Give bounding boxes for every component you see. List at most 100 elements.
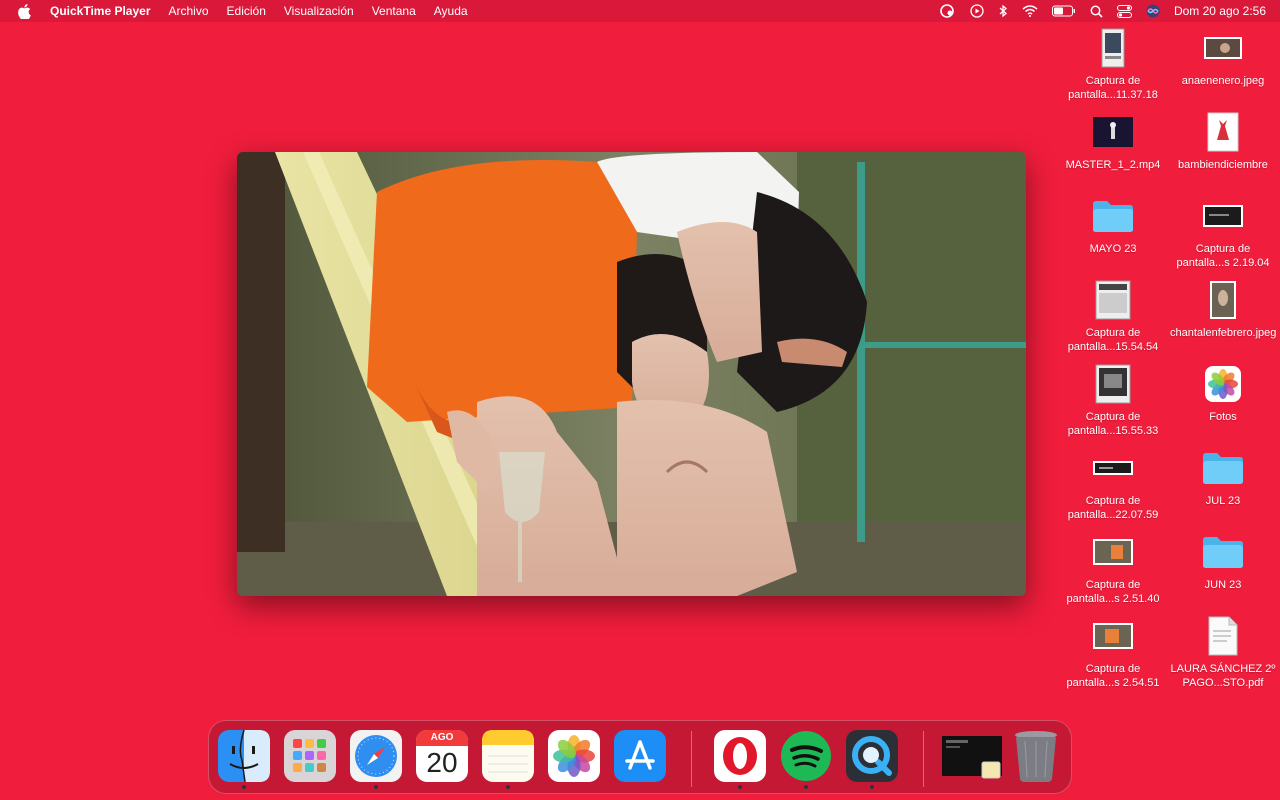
screenshot-thumb-icon: [1058, 26, 1168, 70]
desktop-file-captura-15-54-54[interactable]: Captura de pantalla...15.54.54: [1058, 278, 1168, 354]
wifi-icon[interactable]: [1022, 5, 1038, 17]
bluetooth-icon[interactable]: [998, 4, 1008, 18]
desktop-file-master[interactable]: MASTER_1_2.mp4: [1058, 110, 1168, 172]
image-thumb-icon: [1168, 26, 1278, 70]
dock-notes[interactable]: [481, 729, 535, 789]
desktop-icon-label: Fotos: [1209, 411, 1237, 423]
video-frame[interactable]: [237, 152, 1026, 596]
apple-icon[interactable]: [18, 3, 34, 19]
desktop-icon-label: Captura de pantalla...11.37.18: [1068, 75, 1158, 101]
dock-separator: [691, 731, 692, 787]
menu-bar: QuickTime Player Archivo Edición Visuali…: [0, 0, 1280, 22]
dock-quicktime[interactable]: [845, 729, 899, 789]
desktop-icon-label: JUL 23: [1205, 495, 1241, 507]
desktop-folder-jun-23[interactable]: JUN 23: [1168, 530, 1278, 592]
running-indicator: [242, 785, 246, 789]
dock-calendar[interactable]: AGO 20: [415, 729, 469, 783]
screenshot-thumb-icon: [1058, 362, 1168, 406]
quicktime-window[interactable]: [237, 152, 1026, 596]
desktop-icon-label: LAURA SÁNCHEZ 2º PAGO...STO.pdf: [1170, 663, 1276, 689]
desktop-folder-jul-23[interactable]: JUL 23: [1168, 446, 1278, 508]
video-frame-image: [237, 152, 1026, 596]
screenshot-thumb-icon: [1058, 614, 1168, 658]
desktop-icon-label: Captura de pantalla...s 2.19.04: [1176, 243, 1270, 269]
control-center-icon[interactable]: [1116, 4, 1132, 18]
menubar-clock[interactable]: Dom 20 ago 2:56: [1174, 4, 1266, 18]
desktop-icon-label: JUN 23: [1204, 579, 1242, 591]
folder-icon: [1058, 194, 1168, 238]
desktop-icon-label: Captura de pantalla...s 2.54.51: [1066, 663, 1160, 689]
dock-separator: [923, 731, 924, 787]
desktop-icon-label: bambiendiciembre: [1178, 159, 1268, 171]
desktop-icon-label: MAYO 23: [1089, 243, 1137, 255]
video-thumb-icon: [1058, 110, 1168, 154]
desktop-file-laura-sanchez-pdf[interactable]: LAURA SÁNCHEZ 2º PAGO...STO.pdf: [1168, 614, 1278, 690]
launchpad-icon: [284, 730, 336, 782]
desktop-icon-label: Captura de pantalla...15.55.33: [1067, 411, 1159, 437]
desktop-file-captura-15-55-33[interactable]: Captura de pantalla...15.55.33: [1058, 362, 1168, 438]
menu-visualizacion[interactable]: Visualización: [284, 4, 354, 18]
desktop-file-captura-2-19-04[interactable]: Captura de pantalla...s 2.19.04: [1168, 194, 1278, 270]
dock-photos[interactable]: [547, 729, 601, 783]
app-store-icon: [614, 730, 666, 782]
dock-finder[interactable]: [217, 729, 271, 789]
running-indicator: [870, 785, 874, 789]
desktop-app-fotos[interactable]: Fotos: [1168, 362, 1278, 424]
dock-launchpad[interactable]: [283, 729, 337, 783]
desktop-icons: Captura de pantalla...11.37.18 anaenener…: [1058, 26, 1280, 706]
calendar-month: AGO: [416, 730, 468, 746]
pdf-file-icon: [1168, 614, 1278, 658]
desktop-file-chantalenfebrero[interactable]: chantalenfebrero.jpeg: [1168, 278, 1278, 340]
search-icon[interactable]: [1090, 5, 1103, 18]
finder-icon: [218, 730, 270, 782]
screenshot-thumb-icon: [1058, 530, 1168, 574]
menu-ayuda[interactable]: Ayuda: [434, 4, 468, 18]
photos-app-icon: [1168, 362, 1278, 406]
calendar-day: 20: [426, 747, 458, 778]
dock-screenshot-stack[interactable]: [941, 729, 1003, 783]
desktop-icon-label: Captura de pantalla...22.07.59: [1067, 495, 1159, 521]
desktop-icon-label: MASTER_1_2.mp4: [1065, 159, 1161, 171]
calendar-icon: AGO 20: [416, 730, 468, 782]
screenshot-thumb-icon: [1058, 278, 1168, 322]
desktop-folder-mayo-23[interactable]: MAYO 23: [1058, 194, 1168, 256]
running-indicator: [738, 785, 742, 789]
opera-icon: [714, 730, 766, 782]
siri-icon[interactable]: [1146, 4, 1160, 18]
desktop-icon-label: anaenenero.jpeg: [1181, 75, 1265, 87]
running-indicator: [374, 785, 378, 789]
image-thumb-icon: [1168, 110, 1278, 154]
dock-opera[interactable]: [713, 729, 767, 789]
folder-icon: [1168, 446, 1278, 490]
image-thumb-icon: [1168, 278, 1278, 322]
desktop-file-captura-2-51-40[interactable]: Captura de pantalla...s 2.51.40: [1058, 530, 1168, 606]
desktop-icon-label: Captura de pantalla...s 2.51.40: [1066, 579, 1160, 605]
play-icon[interactable]: [970, 4, 984, 18]
dock: AGO 20: [208, 720, 1072, 794]
menu-edicion[interactable]: Edición: [227, 4, 266, 18]
battery-icon[interactable]: [1051, 5, 1076, 17]
screenshot-thumb-icon: [1058, 446, 1168, 490]
desktop-file-captura-11-37-18[interactable]: Captura de pantalla...11.37.18: [1058, 26, 1168, 102]
menu-app-name[interactable]: QuickTime Player: [50, 4, 151, 18]
folder-icon: [1168, 530, 1278, 574]
desktop-icon-label: Captura de pantalla...15.54.54: [1067, 327, 1159, 353]
spotify-icon: [781, 731, 831, 781]
notes-icon: [482, 730, 534, 782]
menu-archivo[interactable]: Archivo: [169, 4, 209, 18]
creative-cloud-icon[interactable]: [938, 4, 956, 18]
dock-spotify[interactable]: [779, 729, 833, 789]
desktop-file-captura-22-07-59[interactable]: Captura de pantalla...22.07.59: [1058, 446, 1168, 522]
trash-icon: [1015, 731, 1057, 782]
running-indicator: [506, 785, 510, 789]
desktop-file-captura-2-54-51[interactable]: Captura de pantalla...s 2.54.51: [1058, 614, 1168, 690]
safari-icon: [350, 730, 402, 782]
dock-app-store[interactable]: [613, 729, 667, 783]
desktop-file-bambiendiciembre[interactable]: bambiendiciembre: [1168, 110, 1278, 172]
desktop-icon-label: chantalenfebrero.jpeg: [1170, 327, 1277, 339]
desktop-file-anaenenero[interactable]: anaenenero.jpeg: [1168, 26, 1278, 88]
dock-trash[interactable]: [1009, 729, 1063, 783]
menu-ventana[interactable]: Ventana: [372, 4, 416, 18]
screenshot-thumb-icon: [1168, 194, 1278, 238]
dock-safari[interactable]: [349, 729, 403, 789]
